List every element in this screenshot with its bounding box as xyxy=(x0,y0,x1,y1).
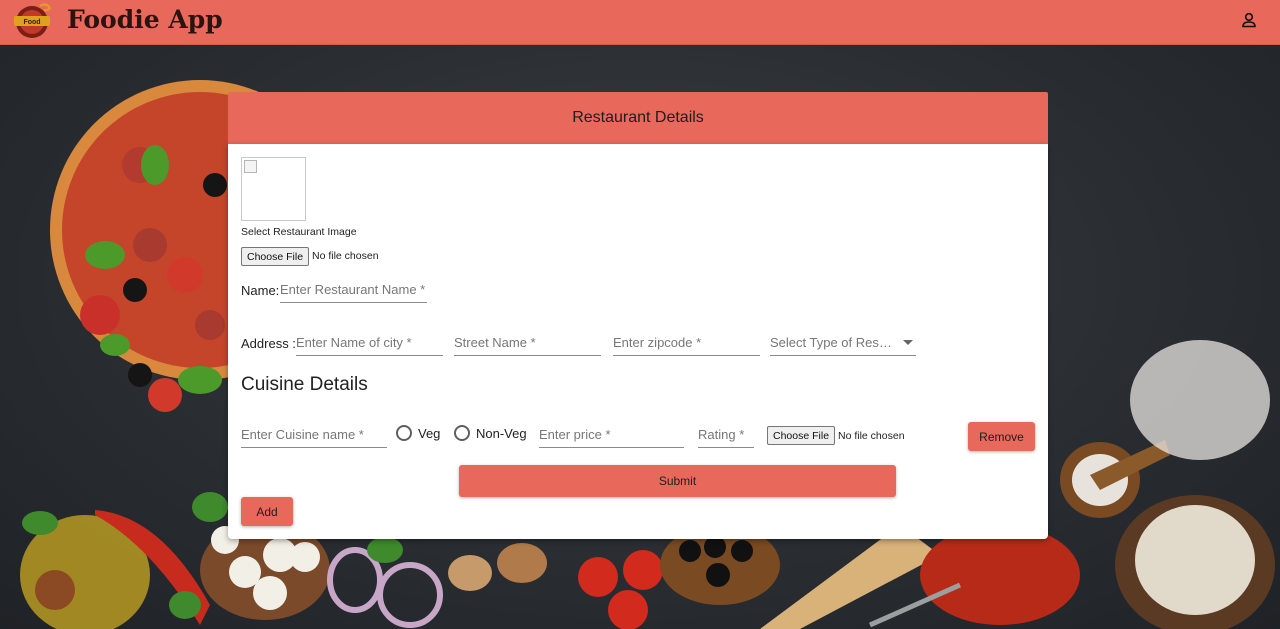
add-cuisine-button[interactable]: Add xyxy=(241,497,293,526)
restaurant-type-select[interactable]: Select Type of Restaurant xyxy=(770,330,916,356)
cuisine-image-file-status: No file chosen xyxy=(838,430,905,442)
restaurant-name-input[interactable] xyxy=(280,277,427,301)
zipcode-field[interactable] xyxy=(613,330,760,356)
restaurant-image-preview xyxy=(241,157,306,221)
name-label: Name: xyxy=(241,283,280,298)
nonveg-radio-label: Non-Veg xyxy=(476,425,527,441)
person-icon[interactable] xyxy=(1240,11,1258,29)
street-input[interactable] xyxy=(454,330,601,354)
restaurant-image-file-status: No file chosen xyxy=(312,250,379,262)
cuisine-name-input[interactable] xyxy=(241,422,387,446)
restaurant-form: Select Restaurant Image Choose File No f… xyxy=(228,144,1048,539)
city-field[interactable] xyxy=(296,330,443,356)
dropdown-arrow-icon xyxy=(903,340,913,345)
broken-image-icon xyxy=(244,160,257,173)
restaurant-type-select-text: Select Type of Restaurant xyxy=(770,335,895,350)
restaurant-details-header: Restaurant Details xyxy=(228,92,1048,144)
zipcode-input[interactable] xyxy=(613,330,760,354)
veg-radio-circle[interactable] xyxy=(396,425,412,441)
rating-input[interactable] xyxy=(698,422,754,446)
street-field[interactable] xyxy=(454,330,601,356)
cuisine-name-field[interactable] xyxy=(241,422,387,448)
logo-text: Food xyxy=(23,19,40,26)
remove-cuisine-button[interactable]: Remove xyxy=(968,422,1035,451)
price-input[interactable] xyxy=(539,422,684,446)
app-logo[interactable]: Food xyxy=(10,2,58,40)
veg-radio-label: Veg xyxy=(418,425,441,441)
nonveg-radio[interactable]: Non-Veg xyxy=(454,425,527,441)
address-label: Address : xyxy=(241,336,296,351)
choose-restaurant-image-button[interactable]: Choose File xyxy=(241,247,310,266)
app-brand-title: Foodie App xyxy=(67,5,223,34)
rating-field[interactable] xyxy=(698,422,754,448)
price-field[interactable] xyxy=(539,422,684,448)
app-header: Food Foodie App xyxy=(0,0,1280,45)
restaurant-name-field[interactable] xyxy=(280,277,427,303)
nonveg-radio-circle[interactable] xyxy=(454,425,470,441)
card-title: Restaurant Details xyxy=(572,109,704,126)
city-input[interactable] xyxy=(296,330,443,354)
image-caption: Select Restaurant Image xyxy=(241,226,357,238)
veg-radio[interactable]: Veg xyxy=(396,425,440,441)
submit-button[interactable]: Submit xyxy=(459,465,896,497)
choose-cuisine-image-button[interactable]: Choose File xyxy=(767,426,836,445)
cuisine-details-heading: Cuisine Details xyxy=(241,374,368,395)
